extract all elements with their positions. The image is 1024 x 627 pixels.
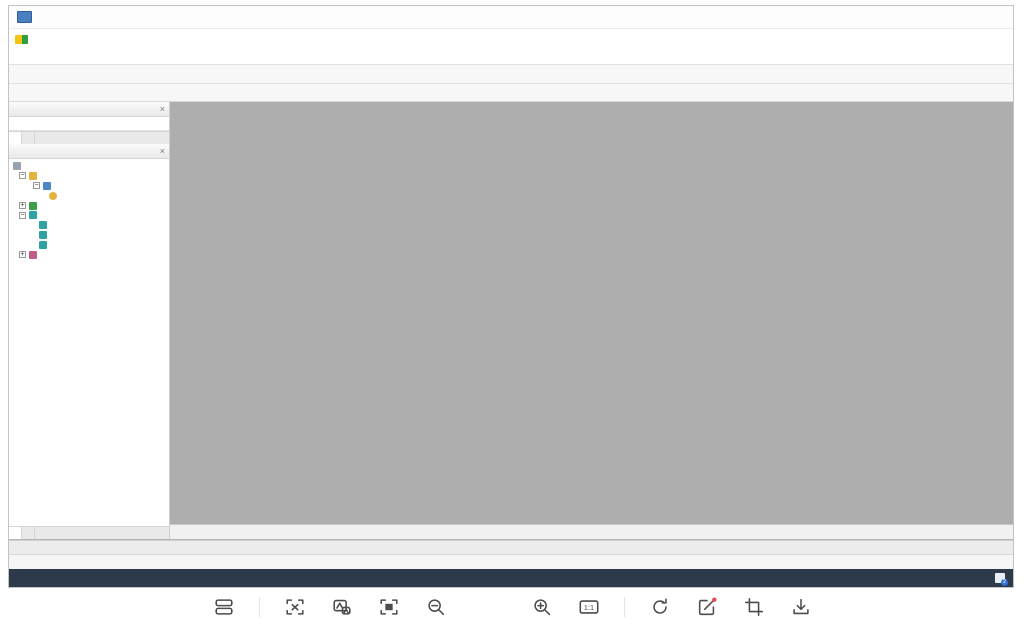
layout-grid-icon[interactable]: [212, 595, 236, 619]
toolbar-standard: [9, 64, 1013, 84]
image-viewer-toolbar: 1:1: [0, 590, 1024, 624]
mw-col-symbol[interactable]: [9, 117, 83, 131]
rdp-titlebar[interactable]: [9, 6, 1013, 29]
collapse-icon[interactable]: −: [33, 182, 40, 189]
mt4-logo-icon: [15, 35, 28, 44]
server-icon: [13, 162, 21, 170]
navigator-tree: − −: [9, 159, 169, 526]
mw-col-bid[interactable]: [83, 117, 126, 131]
tab-favorites[interactable]: [22, 527, 35, 539]
account-icon: [49, 192, 57, 200]
navigator-close-icon[interactable]: ×: [160, 146, 165, 156]
market-watch-table: [9, 117, 169, 131]
market-watch-tabs: [9, 131, 169, 144]
divider: [624, 597, 625, 617]
market-watch-header[interactable]: ×: [9, 102, 169, 117]
windows-taskbar: [9, 569, 1013, 587]
nav-scripts[interactable]: +: [9, 250, 169, 260]
notification-center-icon[interactable]: [995, 573, 1005, 583]
nav-ea-item[interactable]: [9, 230, 169, 240]
ea-icon: [39, 241, 47, 249]
mw-col-ask[interactable]: [126, 117, 169, 131]
indicators-icon: [29, 202, 37, 210]
child-window-controls: [935, 49, 1013, 64]
tab-symbols[interactable]: [9, 132, 22, 144]
terminal-tabs: [9, 554, 1013, 569]
edit-icon[interactable]: [695, 595, 719, 619]
scripts-icon: [29, 251, 37, 259]
crop-icon[interactable]: [742, 595, 766, 619]
system-tray: [946, 573, 1009, 583]
chart-tabstrip: [170, 524, 1013, 539]
collapse-icon[interactable]: −: [19, 172, 26, 179]
download-icon[interactable]: [789, 595, 813, 619]
ea-icon: [39, 231, 47, 239]
menu-bar: [9, 49, 1013, 64]
nav-account[interactable]: [9, 191, 169, 201]
fit-screen-icon[interactable]: [377, 595, 401, 619]
chart-zone: [170, 102, 1013, 539]
rdp-icon: [17, 11, 32, 23]
mt4-titlebar[interactable]: [9, 29, 1013, 49]
accounts-icon: [29, 172, 37, 180]
translate-icon[interactable]: [330, 595, 354, 619]
toolbar-line-studies-timeframes: [9, 84, 1013, 102]
navigator-tabs: [9, 526, 169, 539]
account-server-icon: [43, 182, 51, 190]
zoom-in-icon[interactable]: [530, 595, 554, 619]
ocr-icon[interactable]: [283, 595, 307, 619]
collapse-icon[interactable]: −: [19, 212, 26, 219]
ea-icon: [29, 211, 37, 219]
zoom-out-icon[interactable]: [424, 595, 448, 619]
tab-common[interactable]: [9, 527, 22, 539]
nav-ea-item[interactable]: [9, 240, 169, 250]
mt4-application: ×: [9, 29, 1013, 569]
one-to-one-icon[interactable]: 1:1: [577, 595, 601, 619]
left-dock: ×: [9, 102, 170, 539]
nav-server[interactable]: −: [9, 181, 169, 191]
nav-ea-item[interactable]: [9, 220, 169, 230]
history-summary-row: [9, 540, 1013, 554]
tab-tick-chart[interactable]: [22, 132, 35, 144]
nav-indicators[interactable]: +: [9, 201, 169, 211]
rdp-window-controls: [917, 6, 1013, 28]
expand-icon[interactable]: +: [19, 202, 26, 209]
divider: [259, 597, 260, 617]
workspace: ×: [9, 102, 1013, 539]
nav-accounts[interactable]: −: [9, 171, 169, 181]
ea-icon: [39, 221, 47, 229]
expand-icon[interactable]: +: [19, 251, 26, 258]
remote-desktop-window: ×: [8, 5, 1014, 588]
terminal-panel: [9, 539, 1013, 569]
navigator-header[interactable]: ×: [9, 144, 169, 159]
market-watch-close-icon[interactable]: ×: [160, 104, 165, 114]
nav-root[interactable]: [9, 161, 169, 171]
nav-ea-group[interactable]: −: [9, 210, 169, 220]
rotate-icon[interactable]: [648, 595, 672, 619]
svg-text:1:1: 1:1: [583, 603, 593, 612]
mt4-window-controls: [935, 29, 1013, 49]
screenshot-viewer: ×: [0, 0, 1024, 627]
